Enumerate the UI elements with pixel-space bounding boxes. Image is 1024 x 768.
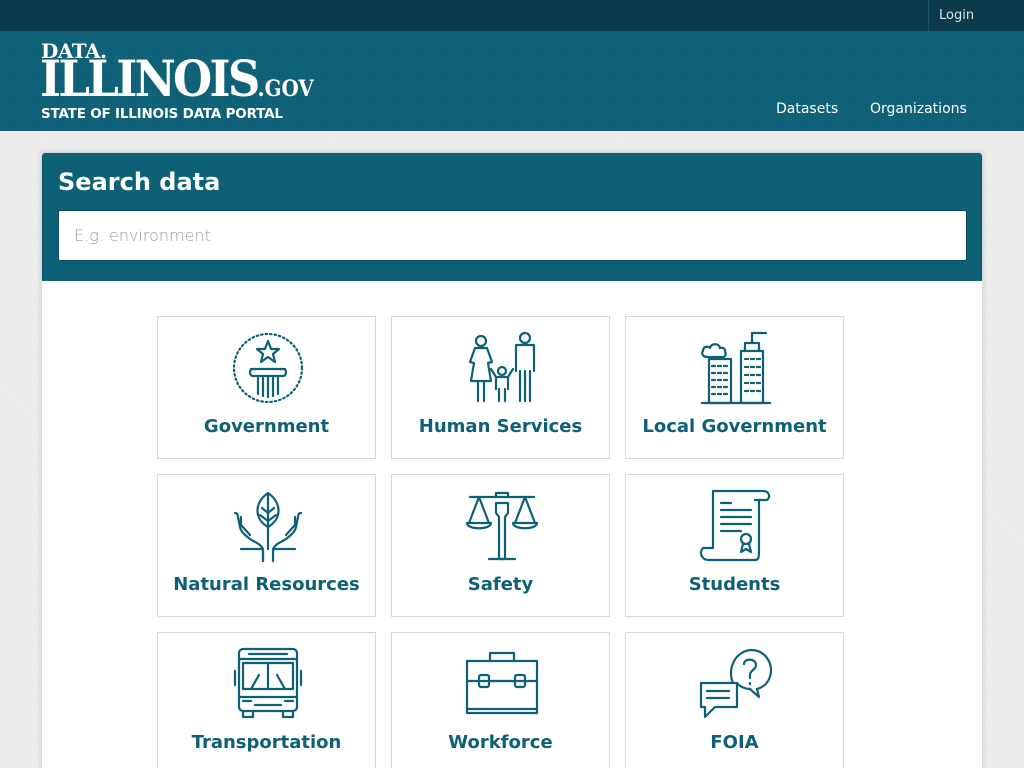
login-link[interactable]: Login (928, 0, 1024, 31)
category-tile-natural-resources[interactable]: Natural Resources (157, 474, 376, 617)
category-tile-human-services[interactable]: Human Services (391, 316, 610, 459)
category-tile-workforce[interactable]: Workforce (391, 632, 610, 768)
main-card: Search data Government Human Ser (41, 152, 983, 768)
masthead: DATA. ILLINOIS.GOV STATE OF ILLINOIS DAT… (0, 31, 1024, 131)
nav-organizations[interactable]: Organizations (870, 101, 967, 117)
question-chat-icon (699, 647, 773, 721)
family-icon (465, 331, 539, 405)
category-label: Local Government (642, 416, 827, 437)
category-label: Natural Resources (173, 574, 360, 595)
hands-leaf-icon (231, 489, 305, 563)
category-label: FOIA (710, 732, 759, 753)
logo-line-illinois: ILLINOIS.GOV (40, 49, 314, 108)
category-tile-government[interactable]: Government (157, 316, 376, 459)
category-tile-students[interactable]: Students (625, 474, 844, 617)
bus-icon (231, 647, 305, 721)
category-label: Government (203, 416, 330, 437)
briefcase-icon (465, 647, 539, 721)
category-label: Students (688, 574, 781, 595)
category-label: Transportation (191, 732, 342, 753)
search-input[interactable] (58, 210, 967, 261)
data-illinois-logo[interactable]: DATA. ILLINOIS.GOV STATE OF ILLINOIS DAT… (40, 39, 314, 125)
category-tile-local-government[interactable]: Local Government (625, 316, 844, 459)
category-tile-safety[interactable]: Safety (391, 474, 610, 617)
top-utility-bar: Login (0, 0, 1024, 31)
category-tile-foia[interactable]: FOIA (625, 632, 844, 768)
category-label: Safety (467, 574, 534, 595)
nav-datasets[interactable]: Datasets (776, 101, 838, 117)
search-panel: Search data (42, 153, 982, 281)
category-label: Human Services (418, 416, 583, 437)
justice-scale-icon (465, 489, 539, 563)
diploma-scroll-icon (699, 489, 773, 563)
government-icon (231, 331, 305, 405)
city-buildings-icon (699, 331, 773, 405)
category-label: Workforce (448, 732, 553, 753)
category-tile-transportation[interactable]: Transportation (157, 632, 376, 768)
search-title: Search data (58, 168, 221, 196)
logo-tagline: STATE OF ILLINOIS DATA PORTAL (41, 106, 283, 122)
